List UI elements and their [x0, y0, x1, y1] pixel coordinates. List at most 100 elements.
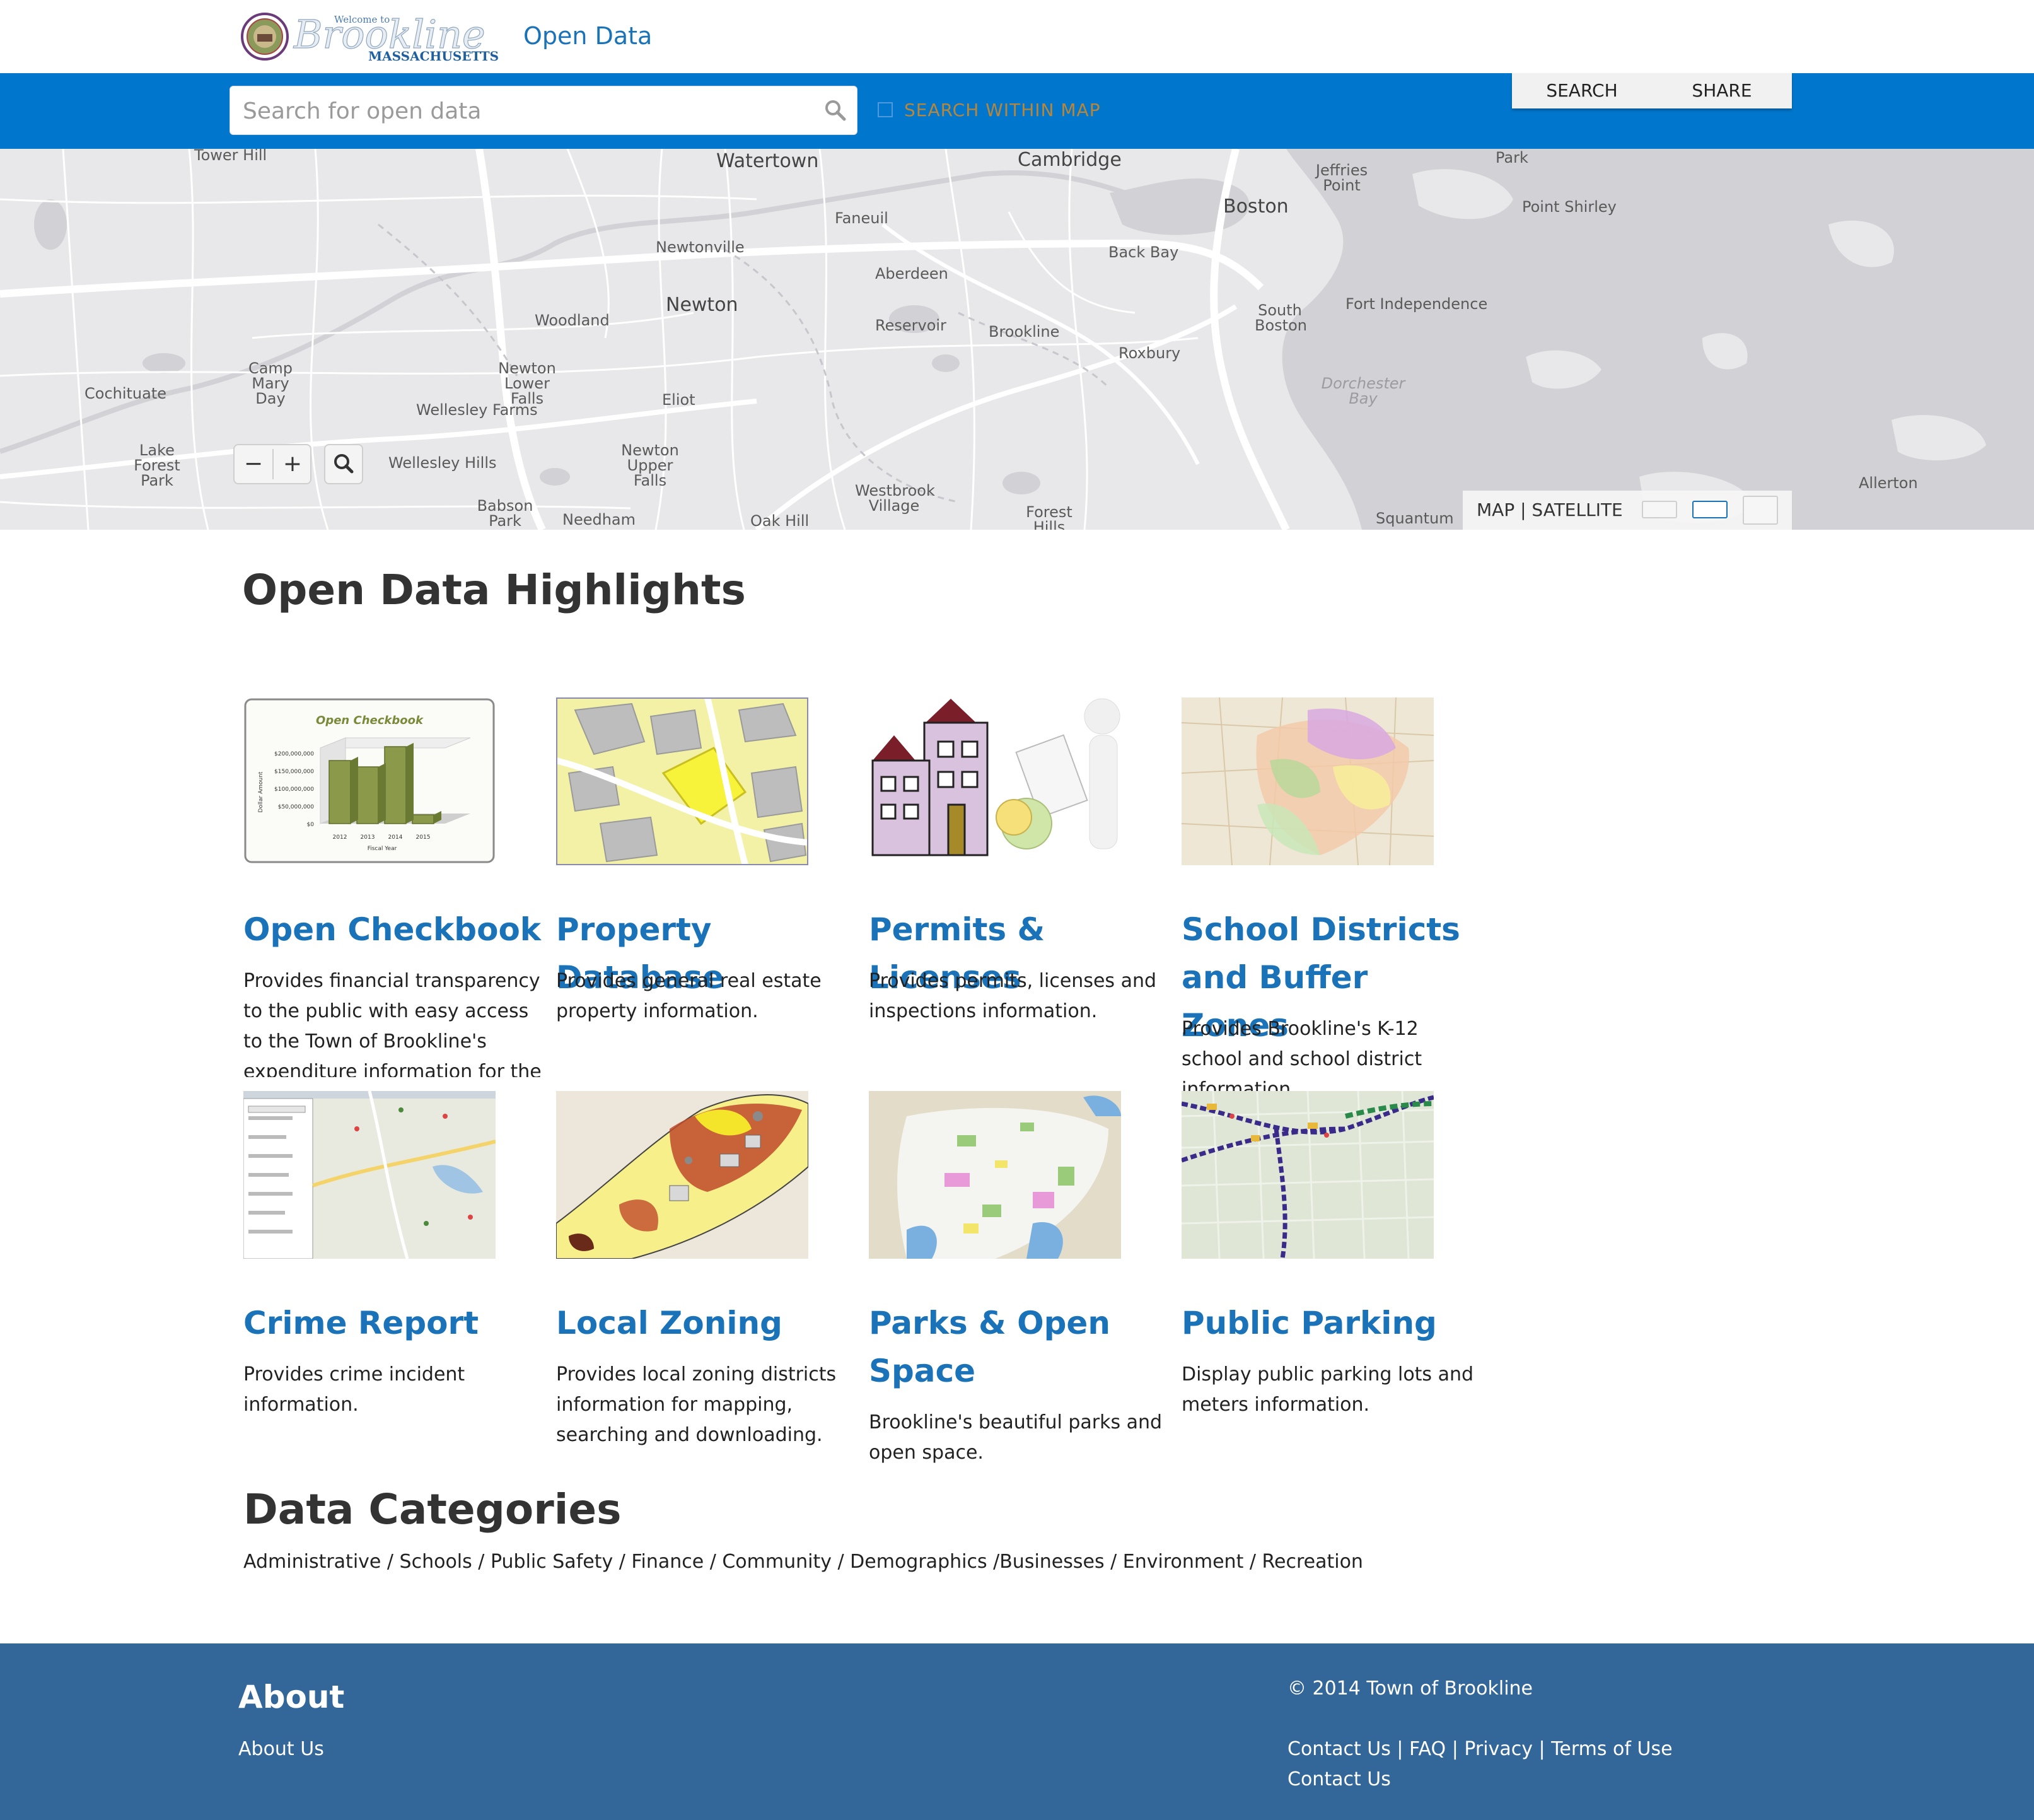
search-input[interactable]	[241, 86, 811, 136]
card-desc-public-parking: Display public parking lots and meters i…	[1182, 1363, 1474, 1416]
map-label: Faneuil	[835, 209, 888, 227]
card-desc-open-checkbook: Provides financial transparency to the p…	[243, 970, 542, 1077]
map-label: Reservoir	[875, 317, 946, 334]
basemap-switcher: MAP | SATELLITE	[1463, 491, 1792, 530]
map-label: Tower Hill	[194, 149, 267, 164]
chart-thumb-title: Open Checkbook	[316, 714, 424, 727]
map-label: Forest Hills	[1026, 503, 1072, 530]
y-tick-label: $100,000,000	[274, 786, 314, 793]
chart-thumb-ylabel: Dollar Amount	[258, 771, 264, 812]
map-label: Point Shirley	[1522, 198, 1617, 216]
card-thumbnail-school-districts[interactable]	[1182, 697, 1434, 865]
map-label: Camp Mary Day	[248, 359, 293, 407]
map-label: Back Bay	[1108, 243, 1179, 261]
zoom-out-button[interactable]: −	[235, 445, 272, 483]
map-label: Newton Upper Falls	[621, 441, 679, 489]
map-label: Babson Park	[477, 497, 533, 530]
footer-links: Contact Us | FAQ | Privacy | Terms of Us…	[1287, 1735, 1673, 1763]
basemap-thumb-3[interactable]	[1743, 496, 1778, 525]
tab-share[interactable]: SHARE	[1652, 73, 1792, 108]
chart-thumb-xlabel: Fiscal Year	[368, 846, 397, 852]
x-tick-label: 2015	[416, 834, 431, 841]
card-title-open-checkbook[interactable]: Open Checkbook	[243, 906, 546, 954]
card-desc-property-database: Provides general real estate property in…	[556, 970, 822, 1022]
map-label: Woodland	[535, 312, 610, 329]
basemap-thumb-1[interactable]	[1642, 501, 1677, 518]
map-label: South Boston	[1255, 301, 1307, 334]
card-thumbnail-property-database[interactable]	[556, 697, 808, 865]
search-box	[230, 86, 857, 136]
card-title-local-zoning[interactable]: Local Zoning	[556, 1299, 859, 1347]
map-satellite-toggle[interactable]: MAP | SATELLITE	[1477, 499, 1623, 521]
search-within-map-checkbox[interactable]	[878, 102, 893, 117]
map-label: Park	[1496, 149, 1528, 166]
footer-separator: |	[1390, 1738, 1410, 1760]
map-label: Roxbury	[1119, 344, 1181, 362]
categories-heading: Data Categories	[243, 1485, 622, 1534]
card-title-crime-report[interactable]: Crime Report	[243, 1299, 546, 1347]
site-title-link[interactable]: Open Data	[523, 19, 652, 53]
map-label: Westbrook Village	[855, 482, 935, 515]
x-tick-label: 2014	[388, 834, 403, 841]
site-footer	[0, 1643, 2034, 1820]
map-label: Aberdeen	[875, 265, 948, 283]
footer-copyright: © 2014 Town of Brookline	[1287, 1677, 1533, 1700]
x-tick-label: 2012	[333, 834, 347, 841]
footer-separator: |	[1532, 1738, 1552, 1760]
card-desc-crime-report: Provides crime incident information.	[243, 1363, 465, 1416]
map-label: Eliot	[662, 391, 695, 409]
map-label: Oak Hill	[750, 512, 810, 530]
chart-bar	[384, 746, 407, 824]
footer-faq-link[interactable]: FAQ	[1409, 1738, 1446, 1760]
map-label: Needham	[562, 511, 636, 528]
chart-bar	[328, 760, 351, 824]
brookline-logo[interactable]: Welcome to Brookline MASSACHUSETTS	[240, 9, 504, 66]
footer-separator: |	[1446, 1738, 1465, 1760]
footer-privacy-link[interactable]: Privacy	[1464, 1738, 1533, 1760]
card-thumbnail-parks-open-space[interactable]	[869, 1091, 1121, 1259]
zoom-in-button[interactable]: +	[274, 445, 311, 483]
map-label: Newton Lower Falls	[498, 359, 556, 407]
card-thumbnail-permits-licenses[interactable]	[869, 697, 1121, 865]
map-label: Allerton	[1859, 474, 1918, 492]
chart-bar	[356, 766, 379, 824]
highlights-heading: Open Data Highlights	[242, 566, 746, 614]
map-label: Squantum	[1376, 510, 1454, 527]
map-search-button[interactable]	[324, 444, 363, 484]
footer-about-us-link[interactable]: About Us	[238, 1735, 324, 1763]
search-within-map-label[interactable]: SEARCH WITHIN MAP	[904, 100, 1101, 121]
card-desc-permits-licenses: Provides permits, licenses and inspectio…	[869, 970, 1157, 1022]
map-label: Lake Forest Park	[134, 441, 180, 489]
footer-about-heading: About	[238, 1679, 345, 1715]
y-tick-label: $150,000,000	[274, 769, 314, 775]
map-label: Cambridge	[1018, 149, 1122, 171]
card-desc-local-zoning: Provides local zoning districts informat…	[556, 1363, 837, 1446]
y-tick-label: $50,000,000	[278, 804, 315, 810]
footer-contact-link-2[interactable]: Contact Us	[1287, 1766, 1391, 1794]
search-icon[interactable]	[823, 98, 848, 123]
footer-contact-link[interactable]: Contact Us	[1287, 1738, 1391, 1760]
y-tick-label: $200,000,000	[274, 751, 314, 757]
map-label: Jeffries Point	[1315, 161, 1368, 194]
top-tabs: SEARCH SHARE	[1512, 73, 1792, 108]
card-thumbnail-crime-report[interactable]	[243, 1091, 496, 1259]
card-title-public-parking[interactable]: Public Parking	[1182, 1299, 1484, 1347]
card-thumbnail-open-checkbook[interactable]: Open Checkbook $200,000,000 $150,000,000…	[243, 697, 496, 865]
card-desc-parks-open-space: Brookline's beautiful parks and open spa…	[869, 1411, 1163, 1464]
card-thumbnail-local-zoning[interactable]	[556, 1091, 808, 1259]
map-label: Dorchester Bay	[1321, 375, 1405, 407]
categories-list[interactable]: Administrative / Schools / Public Safety…	[243, 1548, 1363, 1577]
tab-search[interactable]: SEARCH	[1512, 73, 1652, 108]
magnifier-icon	[334, 454, 354, 474]
map-label: Brookline	[989, 323, 1060, 341]
x-tick-label: 2013	[361, 834, 375, 841]
basemap-thumb-2[interactable]	[1692, 501, 1728, 518]
logo-state-text: MASSACHUSETTS	[368, 49, 499, 64]
map-label: Wellesley Hills	[388, 454, 497, 472]
map-label: Watertown	[716, 150, 819, 172]
card-thumbnail-public-parking[interactable]	[1182, 1091, 1434, 1259]
footer-terms-link[interactable]: Terms of Use	[1551, 1738, 1672, 1760]
map-label: Newton	[666, 294, 738, 316]
card-title-parks-open-space[interactable]: Parks & Open Space	[869, 1299, 1171, 1395]
chart-bar	[412, 814, 434, 824]
